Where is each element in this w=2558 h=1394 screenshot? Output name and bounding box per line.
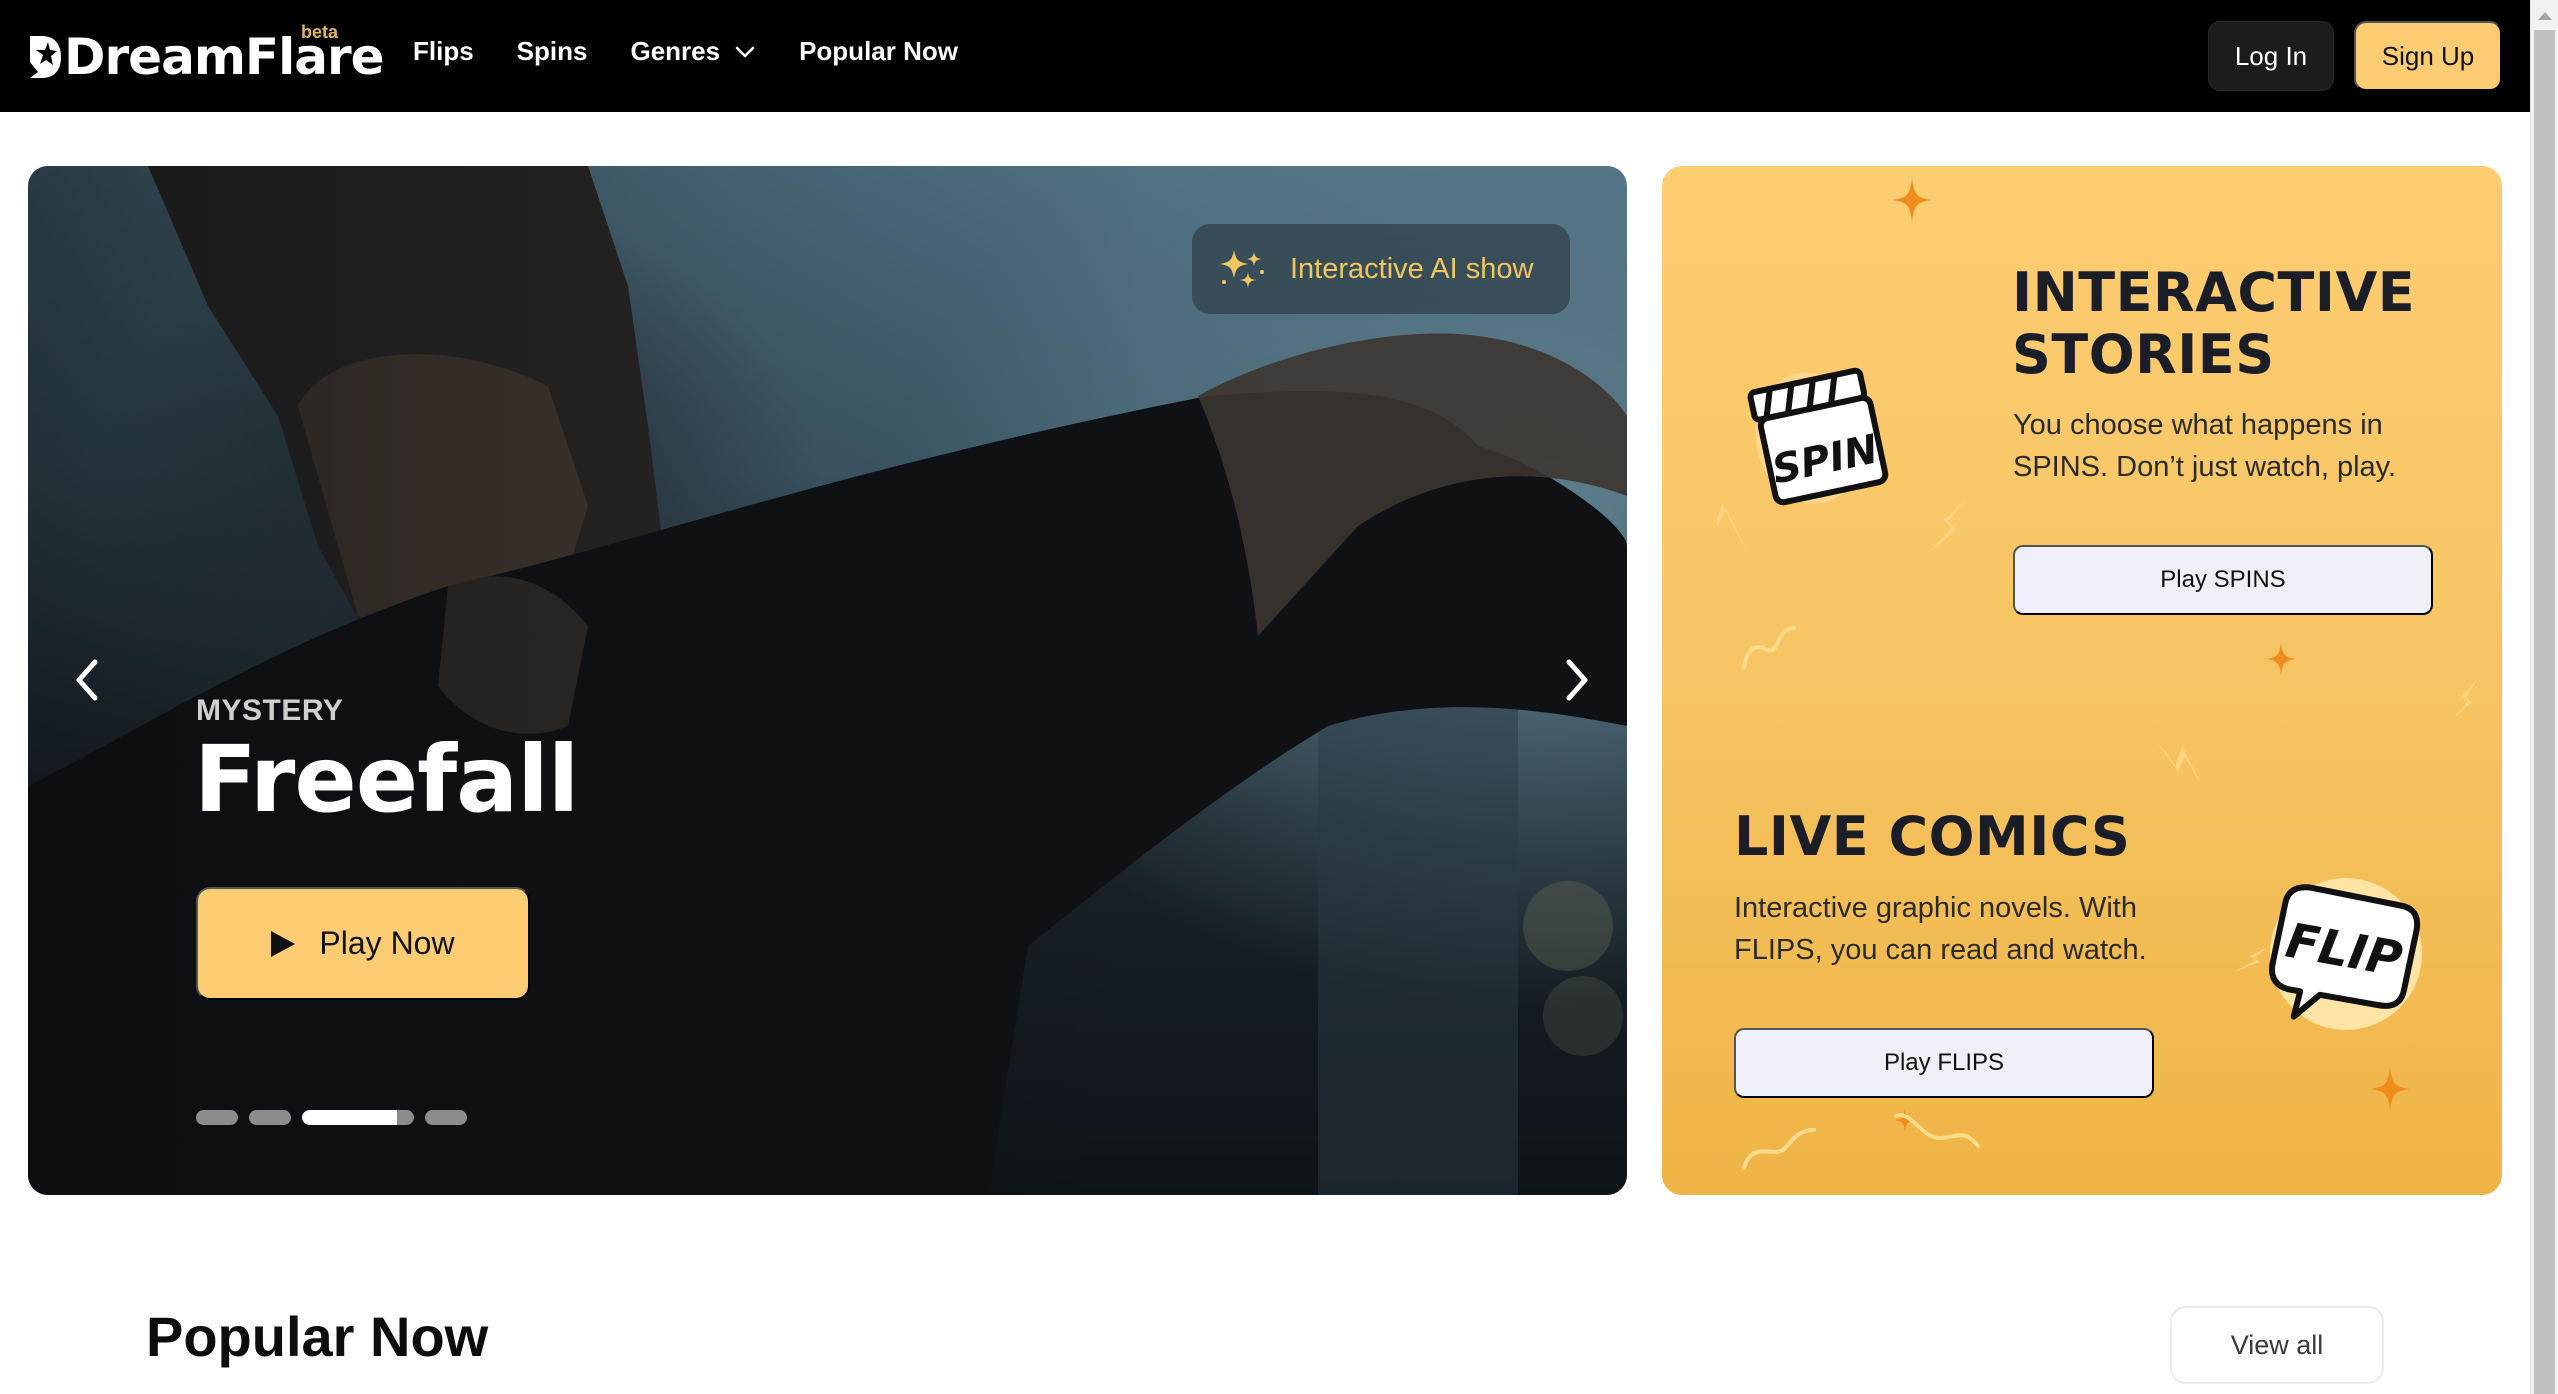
- play-icon: [271, 930, 296, 957]
- hero-carousel: Interactive AI show MYSTERY Freefall Pla…: [28, 166, 1627, 1195]
- sparkles-icon: [1220, 250, 1264, 288]
- sparkle-decoration-icon: [2266, 642, 2296, 676]
- logo-mark-icon: [30, 36, 61, 78]
- play-now-button[interactable]: Play Now: [196, 887, 530, 1000]
- carousel-indicators: [196, 1110, 478, 1125]
- carousel-dot[interactable]: [196, 1110, 238, 1125]
- nav-item-label: Flips: [413, 36, 474, 66]
- nav-item-genres[interactable]: Genres: [630, 36, 756, 67]
- heading-line: INTERACTIVE: [2012, 261, 2416, 324]
- beta-badge: beta: [301, 22, 339, 42]
- main-nav: Flips Spins Genres Popular Now: [413, 36, 1001, 67]
- ai-show-badge: Interactive AI show: [1192, 224, 1570, 314]
- hero-title: Freefall: [194, 726, 579, 833]
- carousel-dot[interactable]: [425, 1110, 467, 1125]
- nav-item-flips[interactable]: Flips: [413, 36, 474, 67]
- nav-item-label: Spins: [516, 36, 588, 66]
- flip-speech-bubble-icon: FLIP: [2268, 878, 2422, 1030]
- signup-button[interactable]: Sign Up: [2354, 21, 2502, 91]
- play-now-label: Play Now: [319, 925, 455, 961]
- spin-clapperboard-icon: SPIN: [1747, 367, 1889, 506]
- nav-item-popular-now[interactable]: Popular Now: [799, 36, 958, 67]
- sparkle-decoration-icon: [2370, 1067, 2410, 1111]
- carousel-dot[interactable]: [249, 1110, 291, 1125]
- popular-now-heading: Popular Now: [146, 1305, 489, 1368]
- hero-genre: MYSTERY: [196, 694, 344, 727]
- top-nav: DreamFlare beta Flips Spins Genres Popul…: [0, 0, 2530, 112]
- ai-show-label: Interactive AI show: [1290, 252, 1534, 285]
- nav-item-label: Genres: [630, 36, 721, 66]
- squiggle-decoration-icon: [1742, 1128, 1816, 1170]
- carousel-dot[interactable]: [302, 1110, 414, 1125]
- page-scrollbar[interactable]: [2530, 0, 2558, 1394]
- chevron-down-icon: [735, 46, 755, 57]
- nav-item-label: Popular Now: [799, 36, 958, 66]
- hero-overlay: [28, 166, 1627, 1195]
- chevron-right-icon: [1566, 659, 1588, 701]
- login-button[interactable]: Log In: [2208, 21, 2334, 91]
- live-comics-heading: LIVE COMICS: [1734, 805, 2131, 868]
- lightning-decoration-icon: [2454, 678, 2478, 718]
- view-all-button[interactable]: View all: [2170, 1306, 2384, 1384]
- carousel-next-button[interactable]: [1546, 650, 1606, 710]
- lightning-decoration-icon: [2156, 740, 2200, 782]
- carousel-progress-fill: [302, 1110, 398, 1125]
- lightning-decoration-icon: [1930, 500, 1966, 552]
- scrollbar-thumb[interactable]: [2534, 30, 2555, 1394]
- heading-line: STORIES: [2012, 323, 2275, 386]
- nav-item-spins[interactable]: Spins: [517, 36, 588, 67]
- play-flips-button[interactable]: Play FLIPS: [1734, 1028, 2154, 1098]
- interactive-stories-heading: INTERACTIVE STORIES: [2012, 262, 2415, 386]
- live-comics-description: Interactive graphic novels. With FLIPS, …: [1734, 892, 2147, 966]
- promo-card: SPIN FLIP INTERACTIVE STORIES You choose…: [1662, 166, 2502, 1195]
- interactive-stories-description: You choose what happens in SPINS. Don’t …: [2013, 409, 2397, 483]
- sparkle-decoration-icon: [1892, 178, 1932, 222]
- play-spins-button[interactable]: Play SPINS: [2013, 545, 2433, 615]
- scroll-up-arrow-icon[interactable]: [2538, 12, 2552, 20]
- squiggle-decoration-icon: [1742, 626, 1796, 670]
- carousel-prev-button[interactable]: [58, 650, 118, 710]
- squiggle-decoration-icon: [1894, 1113, 1980, 1148]
- chevron-left-icon: [76, 659, 98, 701]
